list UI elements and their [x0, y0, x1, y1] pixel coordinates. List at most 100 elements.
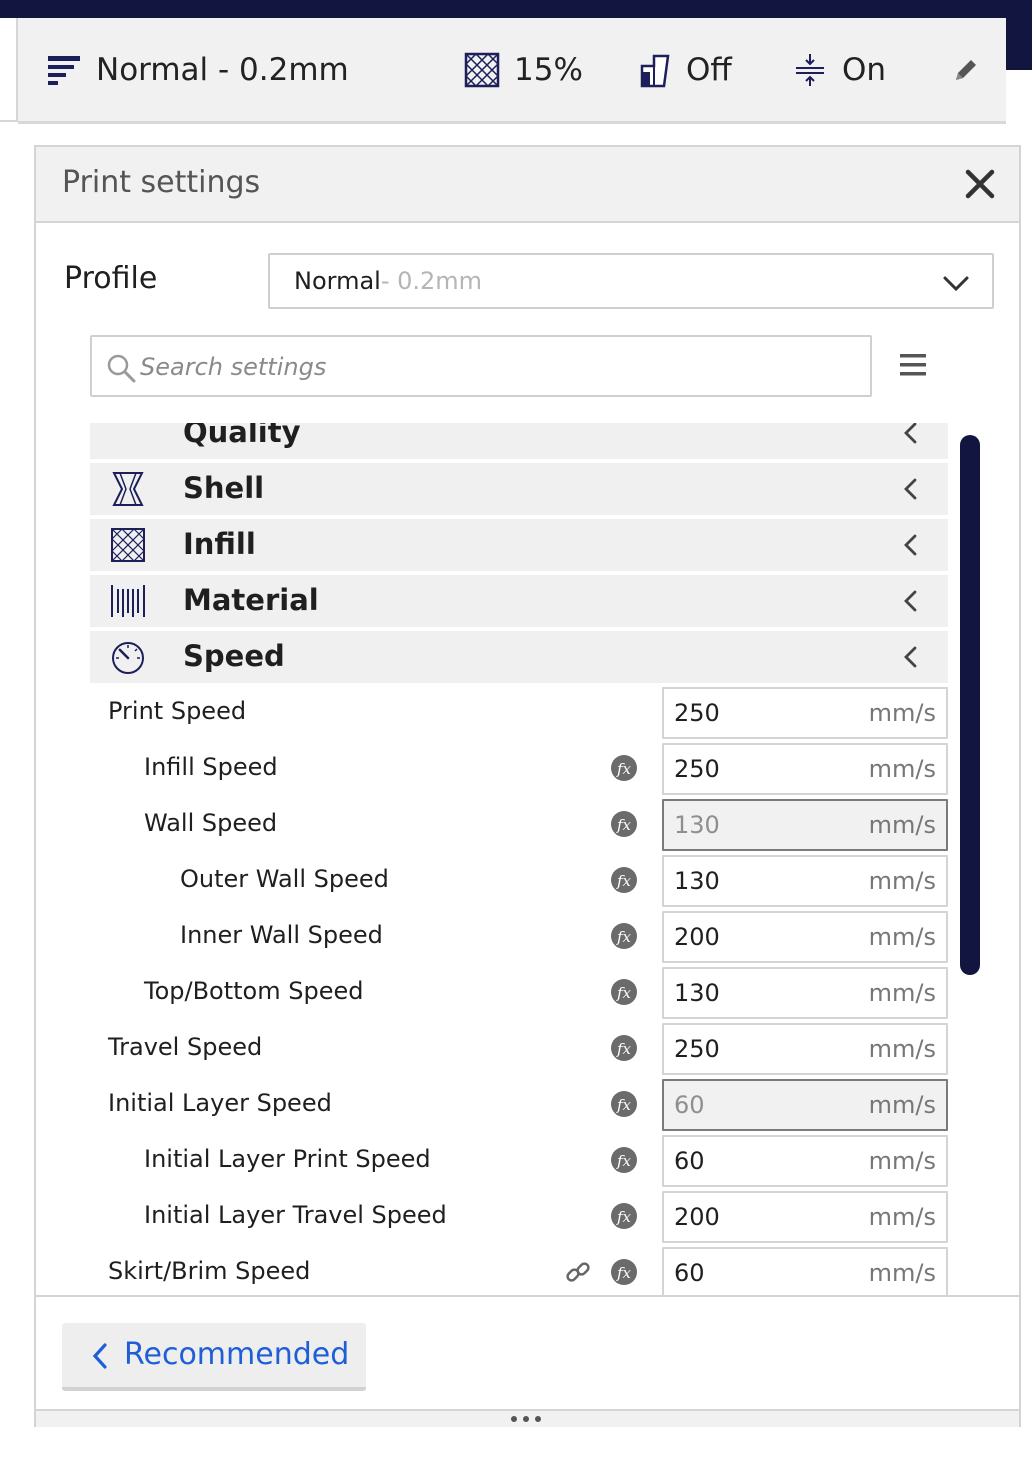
category-quality[interactable]: Quality [90, 423, 948, 459]
profile-summary-text: Normal - 0.2mm [96, 52, 349, 88]
setting-unit: mm/s [868, 1147, 936, 1175]
setting-value-field[interactable]: 200 mm/s [662, 1191, 948, 1243]
svg-text:fx: fx [616, 1152, 632, 1170]
category-material[interactable]: Material [90, 575, 948, 627]
svg-text:fx: fx [616, 760, 632, 778]
pencil-icon[interactable] [952, 56, 980, 84]
support-summary-text: Off [686, 52, 732, 88]
setting-unit: mm/s [868, 811, 936, 839]
search-input[interactable] [140, 345, 840, 389]
adhesion-summary[interactable]: On [792, 48, 886, 92]
settings-list[interactable]: Quality Shell Infill Material Speed Prin… [90, 423, 948, 1295]
setting-skirt-brim-speed: Skirt/Brim Speed fx 60 mm/s [90, 1247, 948, 1295]
function-icon[interactable]: fx [610, 1202, 638, 1230]
function-icon[interactable]: fx [610, 1258, 638, 1286]
category-shell[interactable]: Shell [90, 463, 948, 515]
setting-unit: mm/s [868, 755, 936, 783]
setting-label: Wall Speed [144, 809, 278, 837]
category-label: Material [183, 583, 319, 617]
profile-dropdown[interactable]: Normal - 0.2mm [268, 253, 994, 309]
setting-value: 250 [674, 699, 720, 727]
svg-text:fx: fx [616, 1208, 632, 1226]
setting-value-field[interactable]: 130 mm/s [662, 799, 948, 851]
setting-value: 250 [674, 755, 720, 783]
setting-print-speed: Print Speed 250 mm/s [90, 687, 948, 739]
setting-value-field[interactable]: 130 mm/s [662, 967, 948, 1019]
close-icon[interactable] [963, 167, 997, 201]
function-icon[interactable]: fx [610, 1034, 638, 1062]
print-settings-panel: Print settings Profile Normal - 0.2mm Qu… [34, 145, 1021, 1427]
setting-unit: mm/s [868, 699, 936, 727]
setting-value-field[interactable]: 250 mm/s [662, 743, 948, 795]
function-icon[interactable]: fx [610, 1146, 638, 1174]
setting-travel-speed: Travel Speed fx 250 mm/s [90, 1023, 948, 1075]
setting-unit: mm/s [868, 979, 936, 1007]
top-window-bar [0, 0, 1032, 18]
profile-dropdown-sub: - 0.2mm [380, 267, 483, 295]
setting-label: Top/Bottom Speed [144, 977, 364, 1005]
panel-title: Print settings [62, 165, 261, 200]
search-settings[interactable] [90, 335, 872, 397]
function-icon[interactable]: fx [610, 922, 638, 950]
panel-resize-handle[interactable] [36, 1409, 1019, 1427]
profile-summary[interactable]: Normal - 0.2mm [46, 48, 349, 92]
setting-value-field[interactable]: 130 mm/s [662, 855, 948, 907]
support-icon [640, 54, 670, 88]
setting-value: 60 [674, 1259, 705, 1287]
category-infill[interactable]: Infill [90, 519, 948, 571]
function-icon[interactable]: fx [610, 866, 638, 894]
recommended-button[interactable]: Recommended [62, 1323, 366, 1391]
setting-unit: mm/s [868, 1259, 936, 1287]
setting-value-field[interactable]: 60 mm/s [662, 1247, 948, 1295]
setting-unit: mm/s [868, 867, 936, 895]
setting-outer-wall-speed: Outer Wall Speed fx 130 mm/s [90, 855, 948, 907]
settings-visibility-menu-icon[interactable] [898, 351, 928, 379]
setting-label: Inner Wall Speed [180, 921, 383, 949]
function-icon[interactable]: fx [610, 810, 638, 838]
function-icon[interactable]: fx [610, 754, 638, 782]
svg-text:fx: fx [616, 872, 632, 890]
infill-icon [464, 52, 500, 88]
setting-value: 130 [674, 979, 720, 1007]
setting-inner-wall-speed: Inner Wall Speed fx 200 mm/s [90, 911, 948, 963]
setting-value-field[interactable]: 250 mm/s [662, 687, 948, 739]
setting-unit: mm/s [868, 1203, 936, 1231]
material-icon [111, 585, 145, 617]
setting-label: Initial Layer Travel Speed [144, 1201, 447, 1229]
infill-icon [111, 528, 145, 562]
left-panel-stub [0, 18, 18, 122]
quality-icon [108, 423, 148, 451]
category-label: Shell [183, 471, 265, 505]
setting-value-field[interactable]: 250 mm/s [662, 1023, 948, 1075]
function-icon[interactable]: fx [610, 978, 638, 1006]
link-icon[interactable] [564, 1258, 592, 1286]
setting-unit: mm/s [868, 923, 936, 951]
setting-value-field[interactable]: 200 mm/s [662, 911, 948, 963]
recommended-button-label: Recommended [124, 1337, 350, 1372]
function-icon[interactable]: fx [610, 1090, 638, 1118]
settings-scrollbar[interactable] [960, 435, 980, 975]
infill-summary-text: 15% [514, 52, 583, 88]
setting-wall-speed: Wall Speed fx 130 mm/s [90, 799, 948, 851]
category-speed[interactable]: Speed [90, 631, 948, 683]
chevron-left-icon [904, 646, 917, 668]
setting-initial-layer-travel-speed: Initial Layer Travel Speed fx 200 mm/s [90, 1191, 948, 1243]
chevron-left-icon [904, 590, 917, 612]
setting-label: Infill Speed [144, 753, 278, 781]
setting-label: Outer Wall Speed [180, 865, 389, 893]
support-summary[interactable]: Off [636, 48, 732, 92]
profile-dropdown-name: Normal [294, 267, 381, 295]
infill-summary[interactable]: 15% [464, 48, 583, 92]
setting-label: Skirt/Brim Speed [108, 1257, 311, 1285]
footer-divider [36, 1295, 1019, 1297]
setting-initial-layer-print-speed: Initial Layer Print Speed fx 60 mm/s [90, 1135, 948, 1187]
setting-infill-speed: Infill Speed fx 250 mm/s [90, 743, 948, 795]
setting-value-field[interactable]: 60 mm/s [662, 1079, 948, 1131]
speed-icon [112, 642, 144, 674]
setting-value-field[interactable]: 60 mm/s [662, 1135, 948, 1187]
chevron-left-icon [904, 478, 917, 500]
svg-text:fx: fx [616, 1096, 632, 1114]
setting-value: 60 [674, 1091, 705, 1119]
print-setup-summary-bar[interactable]: Normal - 0.2mm 15% Off On [18, 18, 1006, 124]
setting-label: Initial Layer Print Speed [144, 1145, 431, 1173]
